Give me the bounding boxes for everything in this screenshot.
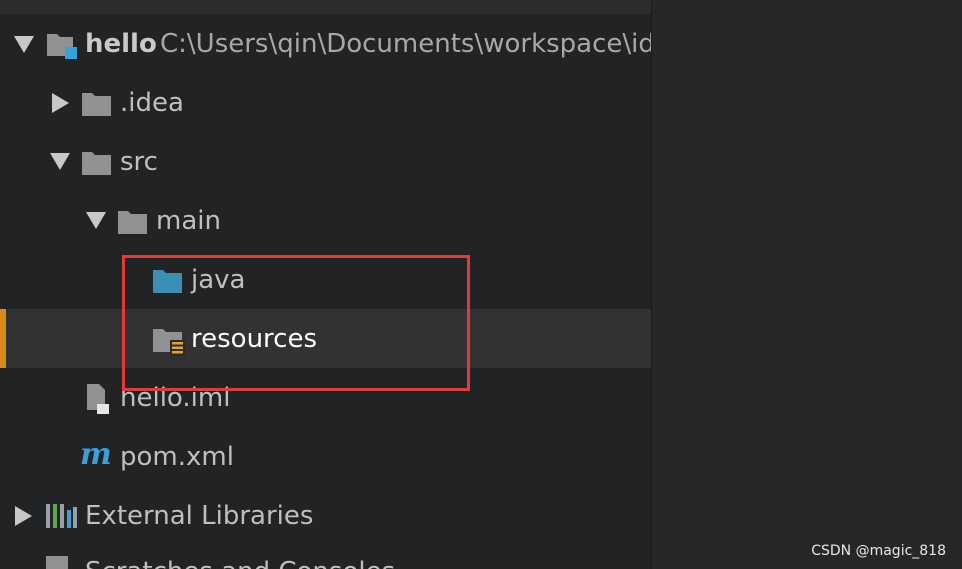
editor-area: [651, 0, 962, 569]
tree-row-project[interactable]: hello C:\Users\qin\Documents\workspace\i…: [0, 14, 651, 73]
project-name: hello: [85, 29, 157, 59]
folder-label: main: [156, 206, 221, 236]
libraries-icon: [46, 504, 77, 528]
folder-icon: [118, 211, 147, 234]
module-folder-icon: [47, 34, 77, 59]
file-label: pom.xml: [120, 442, 234, 472]
top-strip: [0, 0, 651, 14]
expand-arrow-icon[interactable]: [86, 212, 106, 229]
expand-arrow-icon[interactable]: [50, 153, 70, 170]
iml-file-icon: [87, 384, 109, 414]
project-tree-panel: hello C:\Users\qin\Documents\workspace\i…: [0, 0, 651, 569]
libraries-label: External Libraries: [85, 501, 314, 531]
tree-row-idea[interactable]: .idea: [0, 73, 651, 132]
folder-icon: [82, 93, 111, 116]
project-path: C:\Users\qin\Documents\workspace\idea: [160, 29, 651, 59]
selection-indicator: [0, 309, 6, 368]
scratches-icon: [46, 556, 68, 569]
maven-icon: m: [80, 437, 112, 472]
collapse-arrow-icon[interactable]: [52, 93, 69, 113]
folder-label: src: [120, 147, 158, 177]
folder-icon: [82, 152, 111, 175]
tree-row-pom[interactable]: m pom.xml: [0, 427, 651, 486]
scratches-label[interactable]: Scratches and Consoles: [85, 556, 395, 569]
collapse-arrow-icon[interactable]: [15, 506, 32, 526]
tree-row-src[interactable]: src: [0, 132, 651, 191]
expand-arrow-icon[interactable]: [14, 36, 34, 53]
tree-row-main[interactable]: main: [0, 191, 651, 250]
highlight-annotation-box: [122, 255, 470, 391]
folder-label: .idea: [120, 88, 184, 118]
watermark: CSDN @magic_818: [811, 543, 946, 559]
tree-row-external-libraries[interactable]: External Libraries: [0, 486, 651, 545]
